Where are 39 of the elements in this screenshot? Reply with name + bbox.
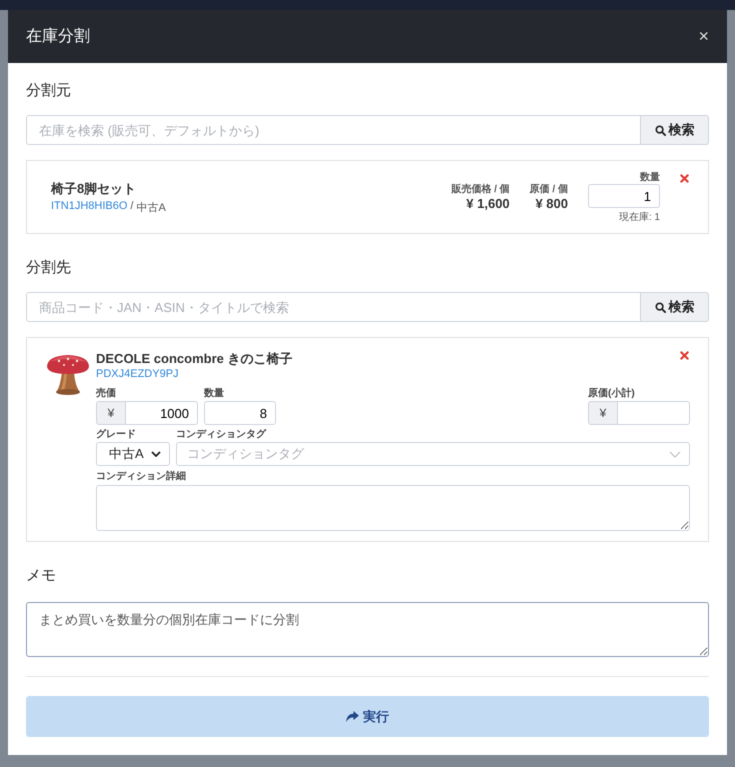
condition-detail-field[interactable] <box>96 485 690 531</box>
memo-field[interactable]: まとめ買いを数量分の個別在庫コードに分割 <box>26 602 709 657</box>
modal-title: 在庫分割 <box>26 26 90 47</box>
stock-text: 現在庫: 1 <box>618 210 660 224</box>
separator-text: / <box>130 200 134 214</box>
quantity-label: 数量 <box>204 387 225 401</box>
search-icon <box>654 124 666 136</box>
section-heading: メモ <box>26 566 57 586</box>
quantity-label: 数量 <box>640 170 660 184</box>
cost-value: ¥ 800 <box>535 196 568 210</box>
condition-detail-label: コンディション詳細 <box>96 470 187 484</box>
delete-icon[interactable] <box>680 351 689 360</box>
item-name: 椅子8脚セット <box>51 180 138 198</box>
quantity-field[interactable]: 8 <box>204 401 276 425</box>
product-code-link[interactable]: PDXJ4EZDY9PJ <box>96 368 179 380</box>
search-button[interactable]: 検索 <box>641 292 709 322</box>
price-label: 販売価格 / 個 <box>451 182 510 196</box>
price-value: ¥ 1,600 <box>466 196 510 210</box>
condition-tag-label: コンディションタグ <box>176 428 268 442</box>
chevron-down-icon <box>151 451 161 457</box>
quantity-field[interactable]: 1 <box>588 184 660 208</box>
item-grade: 中古A <box>136 200 166 214</box>
search-field[interactable]: 商品コード・JAN・ASIN・タイトルで検索 <box>26 292 641 322</box>
item-code-link[interactable]: ITN1JH8HIB6O <box>51 200 128 214</box>
search-icon <box>654 302 666 312</box>
price-label: 売価 <box>96 387 117 401</box>
grade-select[interactable]: 中古A <box>96 442 170 466</box>
share-arrow-icon <box>346 711 359 722</box>
section-heading: 分割元 <box>26 81 72 101</box>
section-heading: 分割先 <box>26 258 72 278</box>
chevron-down-icon <box>669 450 681 458</box>
product-name: DECOLE concombre きのこ椅子 <box>96 350 292 368</box>
delete-icon[interactable] <box>680 174 689 183</box>
cost-label: 原価(小計) <box>588 387 636 401</box>
search-field[interactable]: 在庫を検索 (販売可、デフォルトから) <box>26 115 641 145</box>
search-button[interactable]: 検索 <box>641 115 709 145</box>
cost-label: 原価 / 個 <box>530 182 568 196</box>
grade-label: グレード <box>96 428 137 442</box>
close-button[interactable]: × <box>698 26 709 47</box>
